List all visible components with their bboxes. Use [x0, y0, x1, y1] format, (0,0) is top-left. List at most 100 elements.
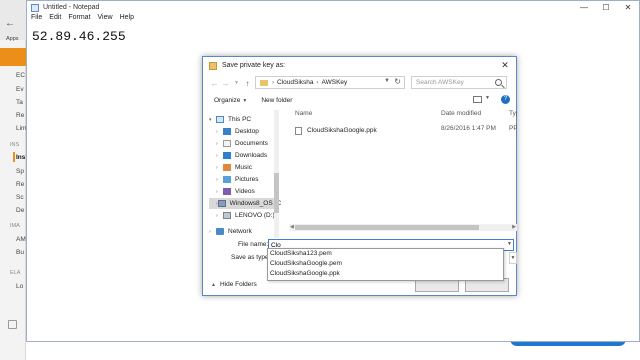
nav-item-label: Music [235, 164, 252, 171]
bg-nav-item[interactable]: EC [16, 72, 25, 79]
menu-view[interactable]: View [98, 14, 113, 25]
autocomplete-dropdown: CloudSiksha123.pem CloudSikshaGoogle.pem… [267, 248, 504, 281]
expand-arrow-icon[interactable]: › [209, 229, 216, 235]
bg-nav-item[interactable]: Ev [16, 86, 24, 93]
notepad-text-content[interactable]: 52.89.46.255 [32, 29, 126, 44]
expand-arrow-icon[interactable]: › [216, 165, 223, 171]
nav-item-network[interactable]: › Network [209, 226, 279, 237]
breadcrumb-cloudsiksha[interactable]: CloudSiksha [277, 79, 314, 86]
expand-arrow-icon[interactable]: › [216, 177, 223, 183]
view-options-icon[interactable] [473, 96, 482, 103]
bg-nav-item[interactable]: Bu [16, 249, 24, 256]
recent-dropdown-icon[interactable]: ▼ [231, 80, 242, 86]
dialog-titlebar: Save private key as: [203, 57, 516, 74]
search-placeholder: Search AWSKey [416, 79, 464, 86]
nav-item-this-pc[interactable]: ▾ This PC [209, 114, 279, 125]
menu-edit[interactable]: Edit [49, 14, 61, 25]
dialog-close-button[interactable]: ✕ [498, 59, 512, 71]
search-icon [495, 79, 502, 86]
autocomplete-item[interactable]: CloudSikshaGoogle.ppk [268, 269, 503, 279]
bg-active-indicator [13, 152, 15, 162]
autocomplete-item[interactable]: CloudSiksha123.pem [268, 249, 503, 259]
bg-nav-item[interactable]: AM [16, 236, 26, 243]
nav-item-label: Pictures [235, 176, 259, 183]
bg-apps-label[interactable]: Apps [6, 36, 19, 42]
videos-folder-icon [223, 188, 231, 195]
save-as-type-select[interactable]: ▼ [509, 252, 517, 264]
expand-arrow-icon[interactable]: › [216, 213, 223, 219]
chevron-down-icon[interactable]: ▼ [384, 78, 390, 84]
nav-item-label: Documents [235, 140, 268, 147]
bg-nav-item[interactable]: Sp [16, 168, 24, 175]
expand-arrow-icon[interactable]: › [216, 153, 223, 159]
key-icon [209, 61, 217, 70]
save-as-type-label: Save as type: [231, 254, 271, 261]
notepad-titlebar: Untitled - Notepad [27, 1, 639, 14]
address-row: ← → ▼ ↑ › CloudSiksha › AWSKey ▼ ↻ Searc… [203, 75, 516, 91]
navigation-pane: ▾ This PC › Desktop › Documents › Downlo… [209, 110, 284, 238]
column-header-type[interactable]: Typ [509, 110, 517, 117]
back-arrow-icon[interactable]: ← [209, 79, 220, 88]
nav-item-desktop[interactable]: › Desktop [209, 126, 279, 137]
window-controls: — ☐ ✕ [573, 1, 639, 14]
address-bar[interactable]: › CloudSiksha › AWSKey ▼ ↻ [255, 76, 405, 89]
nav-item-documents[interactable]: › Documents [209, 138, 279, 149]
bg-nav-item[interactable]: Lo [16, 283, 23, 290]
breadcrumb-awskey[interactable]: AWSKey [322, 79, 348, 86]
horizontal-scrollbar[interactable]: ◀ ▶ [289, 224, 517, 231]
nav-item-videos[interactable]: › Videos [209, 186, 279, 197]
chevron-down-icon[interactable]: ▼ [507, 241, 512, 247]
nav-item-label: Network [228, 228, 252, 235]
autocomplete-item[interactable]: CloudSikshaGoogle.pem [268, 259, 503, 269]
file-type: PP [509, 125, 517, 132]
new-folder-button[interactable]: New folder [261, 97, 292, 104]
column-header-name[interactable]: Name [295, 110, 312, 117]
nav-item-pictures[interactable]: › Pictures [209, 174, 279, 185]
chevron-down-icon[interactable]: ▼ [485, 95, 490, 101]
search-input[interactable]: Search AWSKey [411, 76, 507, 89]
nav-scrollbar-thumb[interactable] [274, 173, 279, 213]
nav-item-lenovo[interactable]: › LENOVO (D:) [209, 210, 279, 221]
bg-nav-item[interactable]: Sc [16, 194, 24, 201]
refresh-icon[interactable]: ↻ [394, 77, 401, 86]
nav-item-downloads[interactable]: › Downloads [209, 150, 279, 161]
minimize-button[interactable]: — [573, 1, 595, 14]
bg-nav-item[interactable]: Re [16, 181, 24, 188]
horizontal-scrollbar-thumb[interactable] [295, 225, 479, 230]
expand-arrow-icon[interactable]: › [216, 141, 223, 147]
scroll-right-icon[interactable]: ▶ [512, 224, 516, 230]
notepad-icon [31, 3, 39, 12]
breadcrumb-separator-icon: › [316, 79, 319, 86]
maximize-button[interactable]: ☐ [595, 1, 617, 14]
nav-item-label: LENOVO (D:) [235, 212, 275, 219]
console-logo [0, 48, 26, 66]
expand-arrow-icon[interactable]: ▾ [209, 117, 216, 123]
menu-file[interactable]: File [31, 14, 42, 25]
documents-folder-icon [223, 140, 231, 147]
close-button[interactable]: ✕ [617, 1, 639, 14]
forward-arrow-icon[interactable]: → [220, 79, 231, 88]
menu-format[interactable]: Format [68, 14, 90, 25]
expand-arrow-icon[interactable]: › [216, 189, 223, 195]
column-header-date[interactable]: Date modified [441, 110, 481, 117]
pictures-folder-icon [223, 176, 231, 183]
help-icon[interactable]: ? [501, 95, 510, 104]
settings-square-icon[interactable] [8, 320, 17, 329]
bg-nav-item[interactable]: Lim [16, 125, 26, 132]
scroll-left-icon[interactable]: ◀ [290, 224, 294, 230]
nav-item-windows8-os[interactable]: › Windows8_OS (C [209, 198, 281, 209]
organize-button[interactable]: Organize ▼ [214, 97, 247, 104]
up-arrow-icon[interactable]: ↑ [242, 79, 253, 88]
nav-item-music[interactable]: › Music [209, 162, 279, 173]
expand-arrow-icon[interactable]: › [216, 129, 223, 135]
drive-icon [217, 200, 226, 207]
back-arrow-icon[interactable]: ← [5, 18, 15, 29]
bg-nav-item[interactable]: Ta [16, 99, 23, 106]
file-row[interactable]: CloudSikshaGoogle.ppk [295, 125, 377, 136]
bg-nav-item[interactable]: Re [16, 112, 24, 119]
nav-scrollbar[interactable] [274, 110, 279, 238]
menu-help[interactable]: Help [120, 14, 134, 25]
bg-nav-item[interactable]: De [16, 207, 24, 214]
hide-folders-button[interactable]: ▲ Hide Folders [211, 281, 257, 288]
bg-nav-item-active[interactable]: Ins [16, 154, 25, 161]
